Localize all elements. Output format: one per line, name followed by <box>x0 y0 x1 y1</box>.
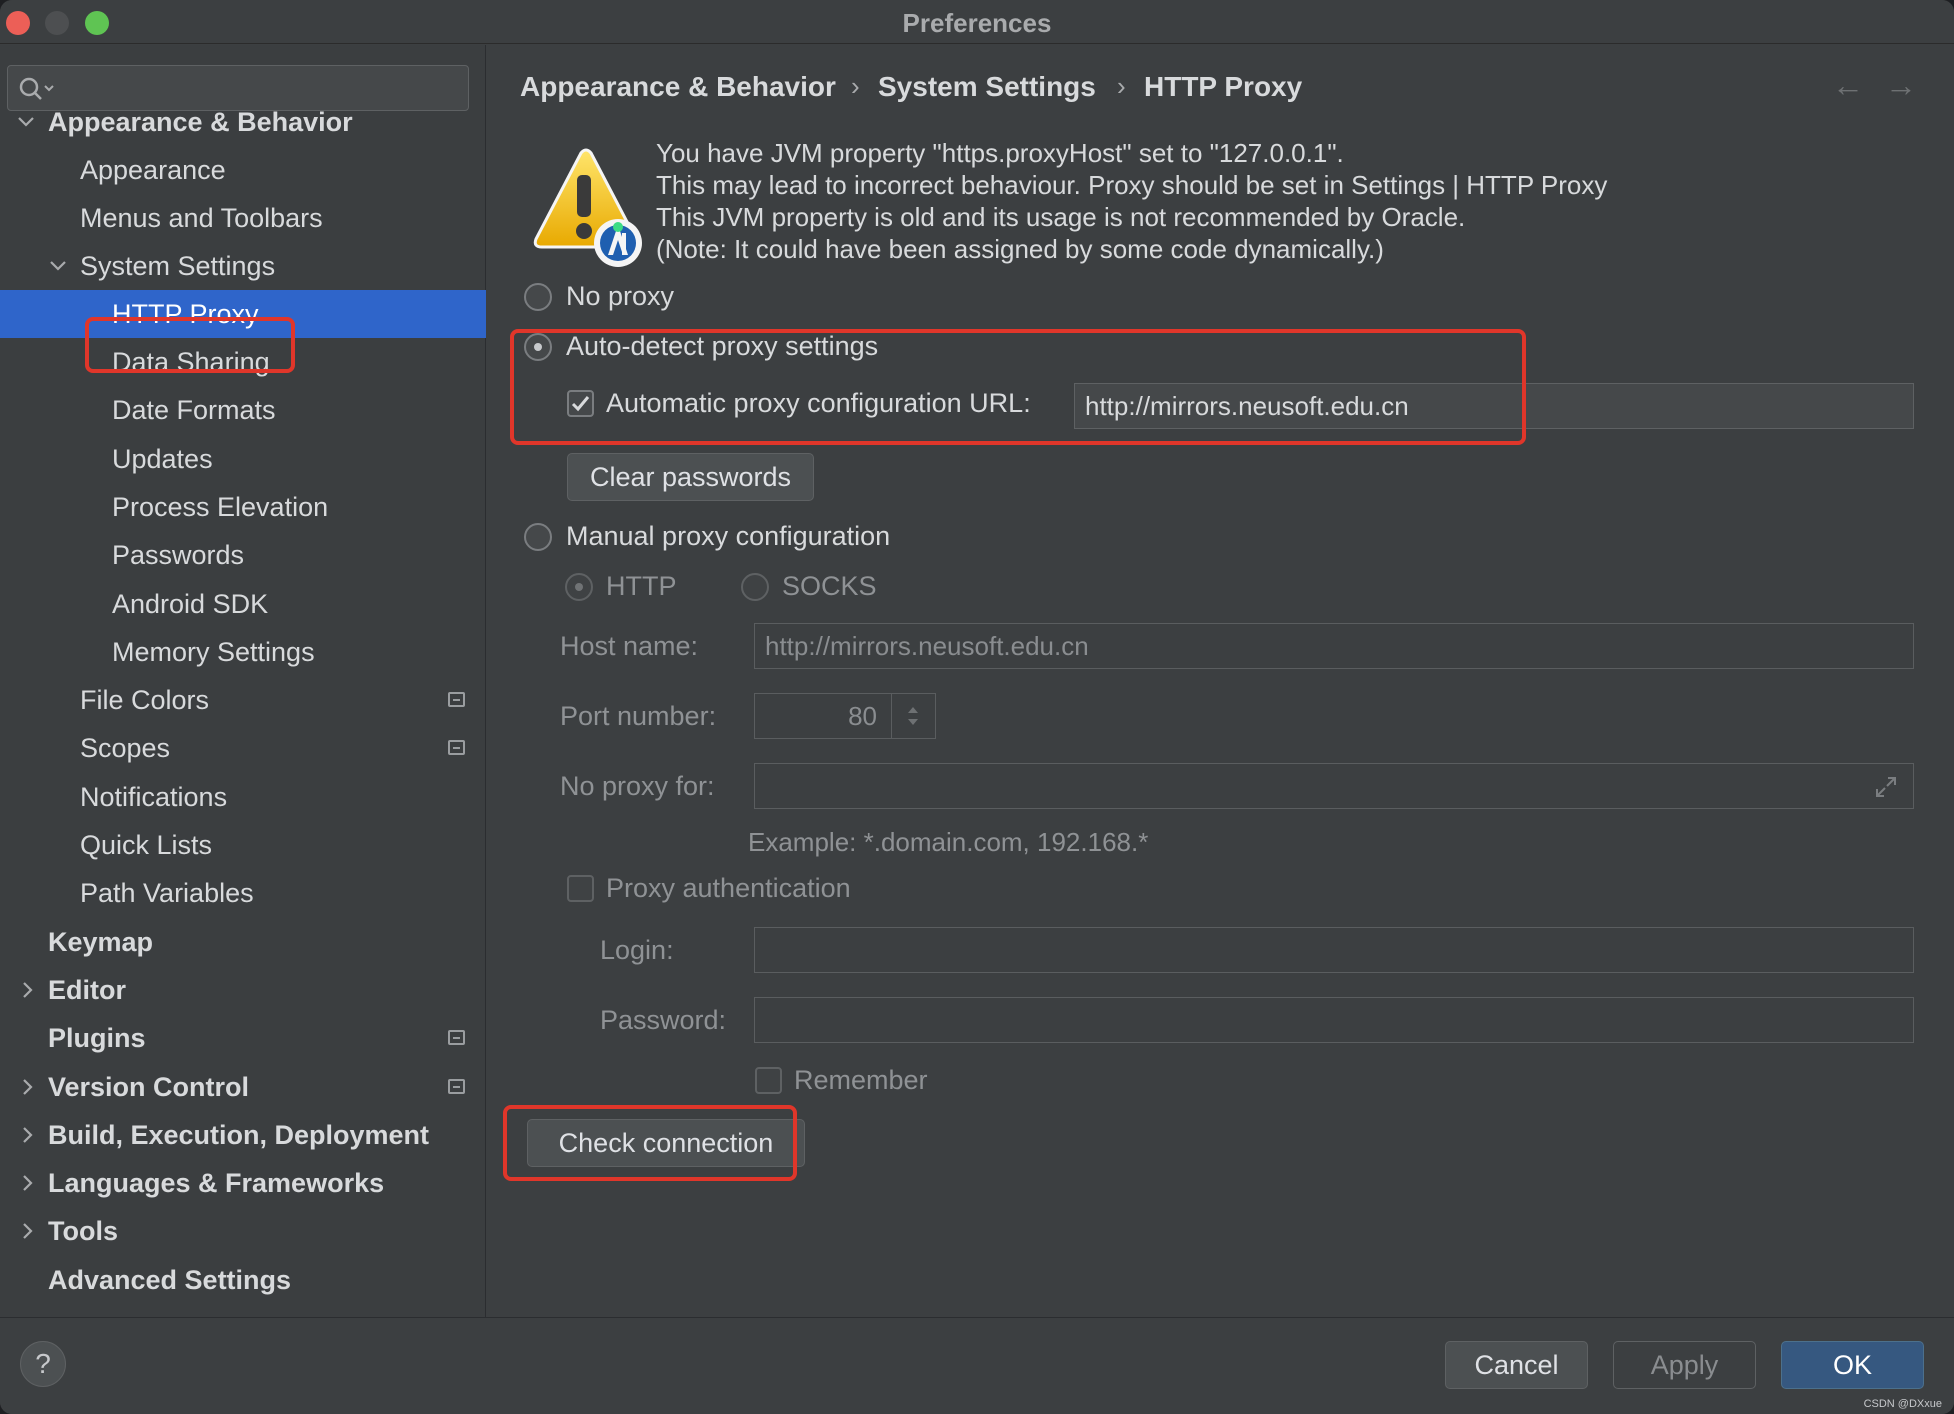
chevron-down-icon[interactable] <box>49 242 69 290</box>
back-arrow-icon[interactable]: ← <box>1832 67 1864 104</box>
chevron-right-icon[interactable] <box>19 1063 39 1111</box>
tree-item-passwords[interactable]: Passwords <box>0 531 486 579</box>
tree-item-process-elevation[interactable]: Process Elevation <box>0 483 486 531</box>
tree-item-appearance-behavior[interactable]: Appearance & Behavior <box>0 98 486 146</box>
breadcrumb-separator: › <box>1117 71 1126 101</box>
chevron-right-icon[interactable] <box>19 966 39 1014</box>
login-input[interactable] <box>754 927 1914 973</box>
project-settings-icon <box>448 1030 465 1046</box>
breadcrumb-item[interactable]: System Settings <box>878 71 1096 103</box>
project-settings-icon <box>448 1078 465 1094</box>
breadcrumb-item[interactable]: Appearance & Behavior <box>520 71 836 103</box>
highlight-check-connection <box>503 1105 797 1181</box>
remember-label[interactable]: Remember <box>794 1065 928 1096</box>
cancel-button[interactable]: Cancel <box>1445 1341 1588 1389</box>
apply-button[interactable]: Apply <box>1613 1341 1756 1389</box>
spinner-arrows-icon <box>908 707 918 725</box>
tree-item-updates[interactable]: Updates <box>0 435 486 483</box>
no-proxy-radio[interactable] <box>524 283 552 311</box>
tree-item-plugins[interactable]: Plugins <box>0 1014 486 1062</box>
dialog-footer: ? Cancel Apply OK CSDN @DXxue <box>0 1317 1954 1414</box>
tree-item-tools[interactable]: Tools <box>0 1207 486 1255</box>
tree-item-android-sdk[interactable]: Android SDK <box>0 580 486 628</box>
chevron-right-icon[interactable] <box>19 1207 39 1255</box>
http-radio[interactable] <box>565 573 593 601</box>
proxy-authentication-label[interactable]: Proxy authentication <box>606 873 851 904</box>
help-button[interactable]: ? <box>20 1341 66 1387</box>
tree-item-notifications[interactable]: Notifications <box>0 773 486 821</box>
project-settings-icon <box>448 692 465 708</box>
tree-item-appearance[interactable]: Appearance <box>0 146 486 194</box>
tree-item-menus-toolbars[interactable]: Menus and Toolbars <box>0 194 486 242</box>
highlight-http-proxy <box>85 317 295 373</box>
tree-item-scopes[interactable]: Scopes <box>0 724 486 772</box>
tree-item-languages-frameworks[interactable]: Languages & Frameworks <box>0 1159 486 1207</box>
no-proxy-label[interactable]: No proxy <box>566 281 674 312</box>
no-proxy-for-label: No proxy for: <box>560 771 715 801</box>
warning-icon <box>533 148 642 267</box>
tree-item-editor[interactable]: Editor <box>0 966 486 1014</box>
forward-arrow-icon[interactable]: → <box>1885 67 1917 104</box>
socks-label[interactable]: SOCKS <box>782 571 877 602</box>
tree-item-advanced-settings[interactable]: Advanced Settings <box>0 1256 486 1304</box>
login-label: Login: <box>600 935 674 965</box>
tree-item-path-variables[interactable]: Path Variables <box>0 869 486 917</box>
tree-item-build-execution-deployment[interactable]: Build, Execution, Deployment <box>0 1111 486 1159</box>
ok-button[interactable]: OK <box>1781 1341 1924 1389</box>
password-label: Password: <box>600 1005 727 1035</box>
remember-checkbox[interactable] <box>755 1067 782 1094</box>
proxy-authentication-checkbox[interactable] <box>567 875 594 902</box>
tree-item-memory-settings[interactable]: Memory Settings <box>0 628 486 676</box>
host-name-input[interactable]: http://mirrors.neusoft.edu.cn <box>754 623 1914 669</box>
port-stepper[interactable] <box>891 693 936 739</box>
manual-proxy-label[interactable]: Manual proxy configuration <box>566 521 890 552</box>
project-settings-icon <box>448 740 465 756</box>
chevron-down-icon[interactable] <box>17 98 37 146</box>
socks-radio[interactable] <box>741 573 769 601</box>
chevron-right-icon[interactable] <box>19 1159 39 1207</box>
watermark: CSDN @DXxue <box>1863 1398 1942 1410</box>
password-input[interactable] <box>754 997 1914 1043</box>
port-number-input[interactable]: 80 <box>754 693 892 739</box>
port-number-label: Port number: <box>560 701 717 731</box>
title-bar: Preferences <box>0 0 1954 44</box>
tree-item-date-formats[interactable]: Date Formats <box>0 386 486 434</box>
tree-item-system-settings[interactable]: System Settings <box>0 242 486 290</box>
host-name-label: Host name: <box>560 631 699 661</box>
breadcrumb-item: HTTP Proxy <box>1144 71 1303 102</box>
no-proxy-example-text: Example: *.domain.com, 192.168.* <box>748 827 1149 857</box>
manual-proxy-radio[interactable] <box>524 523 552 551</box>
tree-item-version-control[interactable]: Version Control <box>0 1063 486 1111</box>
breadcrumb-separator: › <box>851 71 860 101</box>
window-title: Preferences <box>902 8 1052 38</box>
tree-item-quick-lists[interactable]: Quick Lists <box>0 821 486 869</box>
http-label[interactable]: HTTP <box>606 571 677 602</box>
no-proxy-for-input[interactable] <box>754 763 1914 809</box>
tree-item-keymap[interactable]: Keymap <box>0 918 486 966</box>
highlight-auto-detect <box>510 329 1526 445</box>
preferences-window: Preferences Appearance & Behavior Appear… <box>0 0 1954 1414</box>
settings-sidebar: Appearance & Behavior Appearance Menus a… <box>0 45 486 1317</box>
http-proxy-panel: Appearance & Behavior › System Settings … <box>487 45 1954 1317</box>
chevron-right-icon[interactable] <box>19 1111 39 1159</box>
expand-icon[interactable] <box>1873 774 1899 800</box>
jvm-warning-text: You have JVM property "https.proxyHost" … <box>656 138 1608 264</box>
clear-passwords-button[interactable]: Clear passwords <box>567 453 814 501</box>
tree-item-file-colors[interactable]: File Colors <box>0 676 486 724</box>
